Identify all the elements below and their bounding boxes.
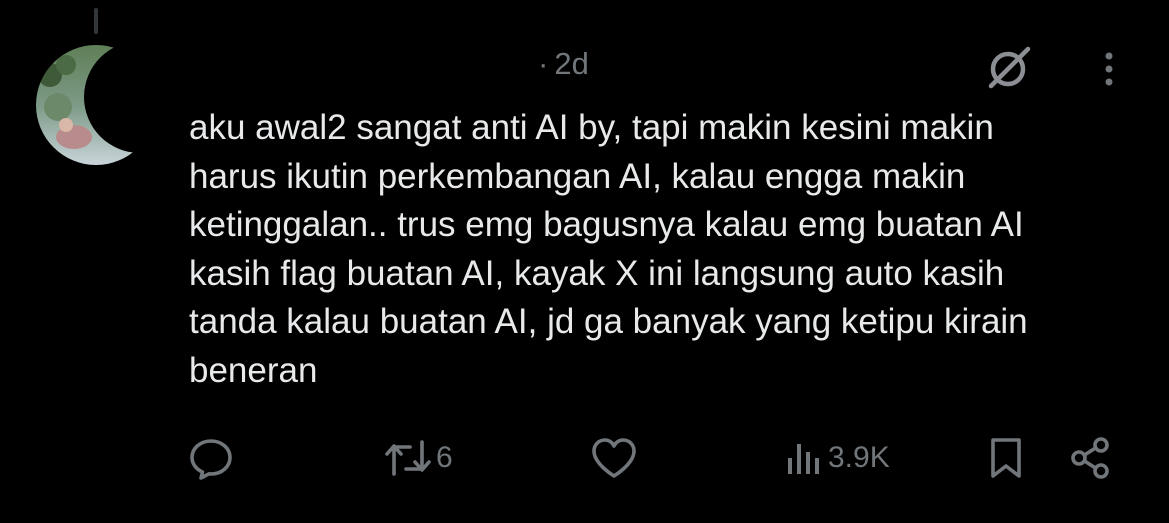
- reply-icon: [188, 435, 234, 481]
- heart-icon: [590, 436, 638, 480]
- post-time: 2d: [554, 46, 589, 81]
- more-dots-icon[interactable]: [1097, 48, 1121, 90]
- avatar[interactable]: [36, 45, 156, 165]
- post-text: aku awal2 sangat anti AI by, tapi makin …: [189, 104, 1149, 395]
- like-button[interactable]: [590, 434, 642, 482]
- post-text-line: beneran: [189, 350, 318, 390]
- grok-icon[interactable]: [984, 44, 1034, 90]
- post-text-line: kasih flag buatan AI, kayak X ini langsu…: [189, 253, 1005, 293]
- reply-button[interactable]: [188, 434, 238, 482]
- views-button[interactable]: 3.9K: [784, 434, 890, 482]
- share-icon: [1069, 436, 1113, 480]
- post-timestamp[interactable]: · 2d: [538, 46, 589, 82]
- retweet-icon: [384, 438, 432, 478]
- post-text-line: harus ikutin perkembangan AI, kalau engg…: [189, 156, 966, 196]
- retweet-button[interactable]: 6: [384, 434, 453, 482]
- post-text-line: aku awal2 sangat anti AI by, tapi makin …: [189, 108, 994, 147]
- views-icon: [784, 438, 824, 478]
- bookmark-button[interactable]: [986, 434, 1026, 482]
- post-text-line: tanda kalau buatan AI, jd ga banyak yang…: [189, 302, 1028, 341]
- share-button[interactable]: [1069, 434, 1113, 482]
- thread-connector-line: [94, 8, 98, 34]
- bookmark-icon: [986, 436, 1026, 480]
- retweet-count: 6: [436, 441, 453, 474]
- post-text-line: ketinggalan.. trus emg bagusnya kalau em…: [189, 205, 1024, 244]
- time-separator: ·: [538, 46, 549, 81]
- views-count: 3.9K: [828, 441, 890, 474]
